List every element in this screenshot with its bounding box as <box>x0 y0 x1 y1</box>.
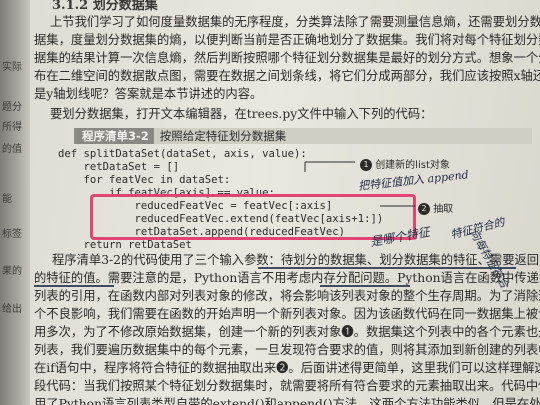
book-page: 3.1.2 划分数据集 上节我们学习了如何度量数据集的无序程度，分类算法除了需要… <box>30 0 540 405</box>
intro-line: 是y轴划线呢？答案就是本节讲述的内容。 <box>34 87 263 101</box>
body-line: 列表，我们要遍历数据集中的每个元素，一旦发现符合要求的值，则将其添加到新创建的列… <box>34 343 540 357</box>
body-line: 用多次，为了不修改原始数据集，创建一个新的列表对象❶。数据集这个列表中的各个元素… <box>34 325 540 339</box>
listing-title: 按照给定特征划分数据集 <box>159 129 287 143</box>
code-line: for featVec in dataSet: <box>58 174 231 186</box>
callout-2-leader <box>380 205 415 207</box>
section-heading: 3.1.2 划分数据集 <box>52 0 158 13</box>
adjacent-page-strip: 实际 题分 所得 的值 能 标签 果的 给出 <box>0 0 30 405</box>
callout-number: 2 <box>418 203 430 215</box>
intro-line: 上节我们学习了如何度量数据集的无序程度，分类算法除了需要测量信息熵，还需要划分数 <box>50 15 540 29</box>
handwritten-underline <box>258 267 516 269</box>
section-title: 划分数据集 <box>92 0 158 13</box>
listing-title-bar: 程序清单3-2 按照给定特征划分数据集 <box>74 128 532 144</box>
body-line: 程序清单3-2的代码使用了三个输入参数：待划分的数据集、划分数据集的特征、需要返… <box>52 253 540 267</box>
section-number: 3.1.2 <box>52 0 89 13</box>
pink-highlight-box <box>90 194 416 240</box>
body-line: 的特征的值。需要注意的是，Python语言不用考虑内存分配问题。Python语言… <box>34 271 540 285</box>
body-line: 段代码：当我们按照某个特征划分数据集时，就需要将所有符合要求的元素抽取出来。代码… <box>34 379 540 393</box>
intro-line: 据集的结果计算一次信息熵，然后判断按照哪个特征划分数据集是最好的划分方式。想象一… <box>34 51 540 65</box>
listing-label: 程序清单3-2 <box>77 128 154 144</box>
margin-fragment: 实际 <box>2 62 22 73</box>
intro-line: 布在二维空间的数据散点图，需要在数据之间划条线，将它们分成两部分，我们应该按照x… <box>34 69 540 83</box>
code-line: retDataSet = [] <box>58 161 180 173</box>
margin-fragment: 标签 <box>2 229 22 240</box>
body-line: 在if语句中，程序将符合特征的数据抽取出来❷。后面讲述得更简单，这里我们可以这样… <box>34 361 540 375</box>
callout-leader-lines <box>304 161 355 172</box>
margin-fragment: 给出 <box>2 304 22 315</box>
body-line: 个不良影响，我们需要在函数的开始声明一个新列表对象。因为该函数代码在同一数据集上… <box>34 307 540 321</box>
intro-line: 据集，度量划分数据集的熵，以便判断当前是否正确地划分了数据集。我们将对每个特征划… <box>34 33 540 47</box>
margin-fragment: 的值 <box>2 144 22 155</box>
handwritten-underline <box>34 285 114 287</box>
callout-text: 抽取 <box>433 204 454 215</box>
handwritten-underline <box>320 285 410 287</box>
intro-line: 要划分数据集，打开文本编辑器，在trees.py文件中输入下列的代码： <box>50 107 433 121</box>
code-line: return retDataSet <box>58 239 192 251</box>
body-line: 用了Python语言列表类型自带的extend()和append()方法。这两个… <box>34 397 540 405</box>
callout-number: 1 <box>360 159 372 171</box>
margin-fragment: 果的 <box>2 266 22 277</box>
margin-fragment: 能 <box>2 194 12 205</box>
margin-fragment: 题分 <box>2 102 22 113</box>
body-line: 列表的引用，在函数内部对列表对象的修改，将会影响该列表对象的整个生存周期。为了消… <box>34 289 540 303</box>
margin-fragment: 所得 <box>2 122 22 133</box>
callout-2: 2 抽取 <box>418 200 453 215</box>
code-line: def splitDataSet(dataSet, axis, value): <box>58 148 307 160</box>
